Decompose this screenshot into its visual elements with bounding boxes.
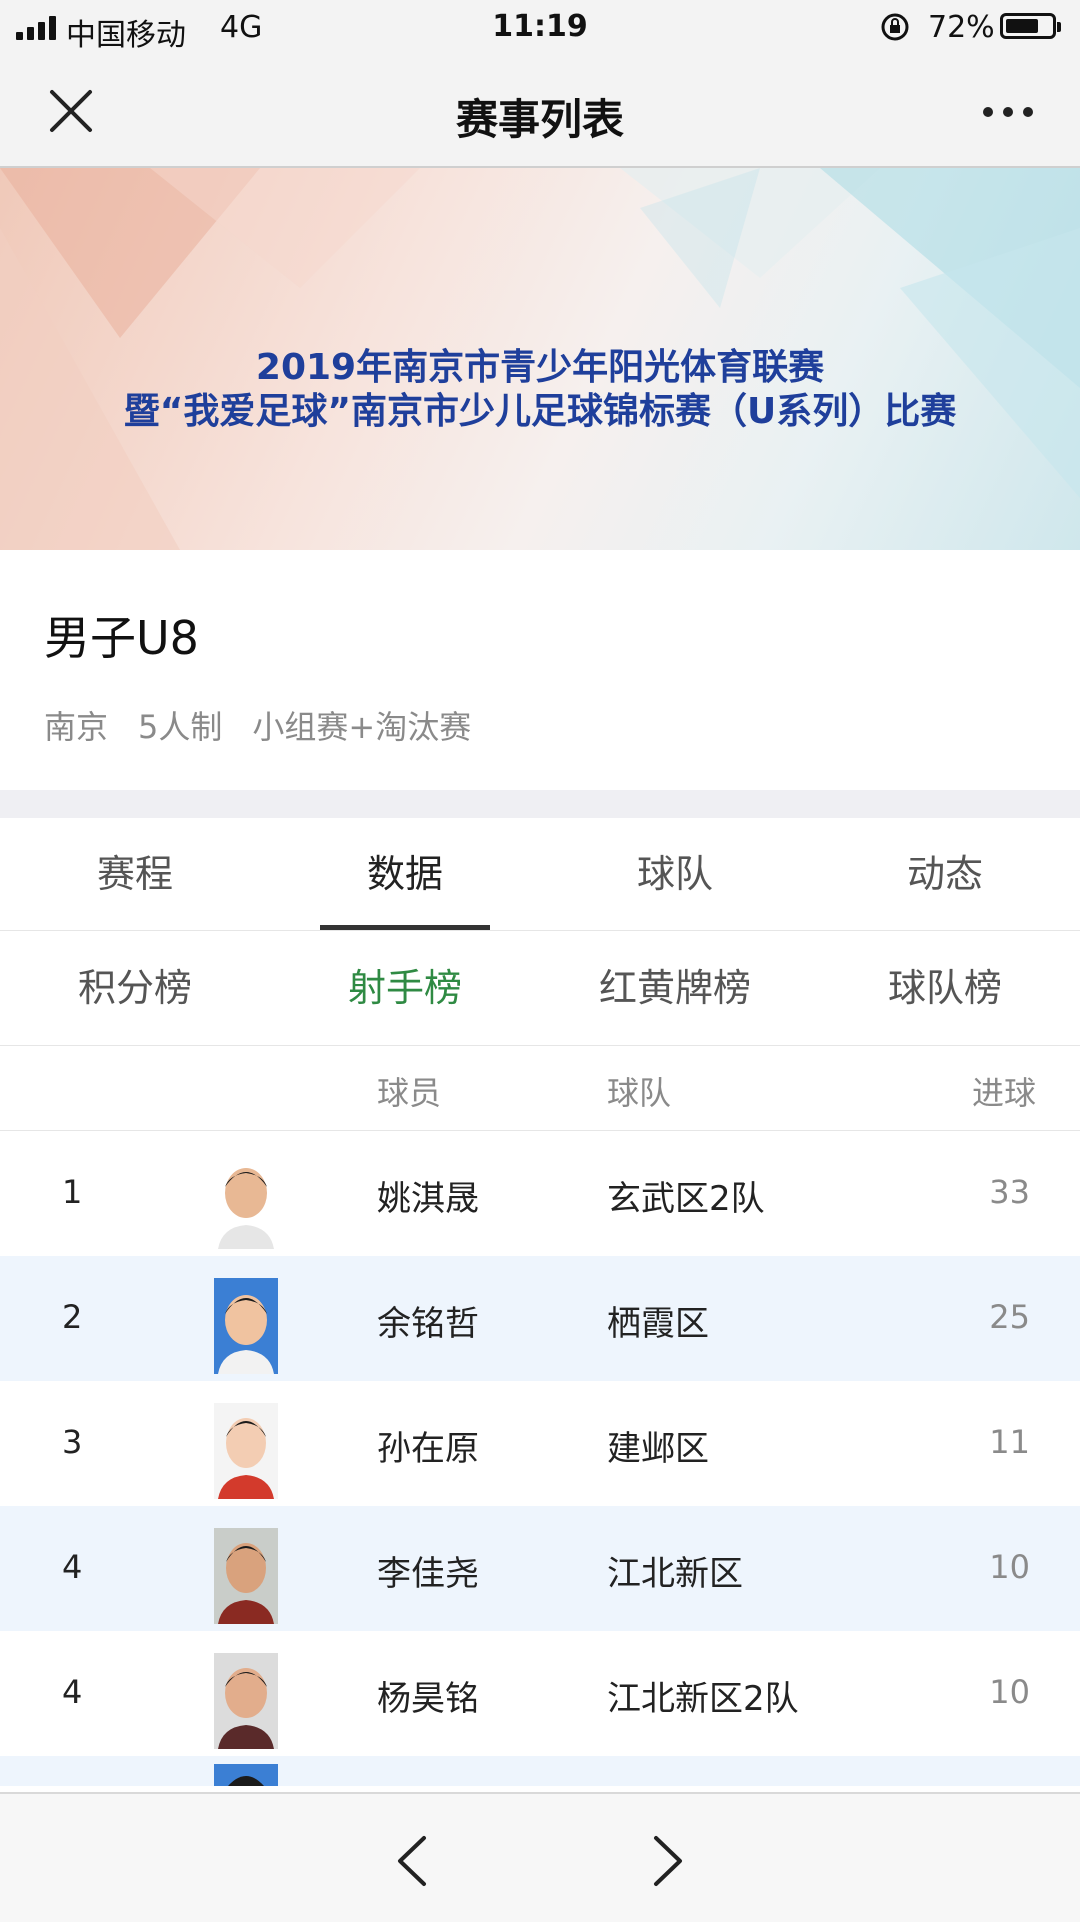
header-team: 球队 xyxy=(607,1074,672,1112)
player-name: 杨昊铭 xyxy=(377,1679,479,1719)
page-title: 赛事列表 xyxy=(455,95,624,144)
header-goals: 进球 xyxy=(972,1074,1037,1112)
player-team: 栖霞区 xyxy=(607,1304,709,1344)
row-rank: 4 xyxy=(62,1548,83,1586)
bottom-nav-bar xyxy=(0,1792,1080,1922)
table-row[interactable]: 1 姚淇晟 玄武区2队 33 xyxy=(0,1131,1080,1256)
status-bar: 中国移动 4G 11:19 72% xyxy=(0,0,1080,56)
player-goals: 33 xyxy=(989,1173,1030,1211)
player-name: 姚淇晟 xyxy=(377,1179,479,1219)
tab-schedule[interactable]: 赛程 xyxy=(0,818,270,930)
event-banner: 2019年南京市青少年阳光体育联赛 暨“我爱足球”南京市少儿足球锦标赛（U系列）… xyxy=(0,168,1080,550)
player-avatar xyxy=(214,1403,278,1499)
scorer-table: 1 姚淇晟 玄武区2队 33 2 余铭哲 栖霞区 25 3 孙在原 建邺区 11… xyxy=(0,1131,1080,1786)
table-row[interactable]: 4 杨昊铭 江北新区2队 10 xyxy=(0,1631,1080,1756)
event-info: 男子U8 南京 5人制 小组赛+淘汰赛 xyxy=(0,550,1080,790)
row-rank: 4 xyxy=(62,1673,83,1711)
player-team: 江北新区2队 xyxy=(607,1679,799,1719)
table-row[interactable]: 3 孙在原 建邺区 11 xyxy=(0,1381,1080,1506)
tab-news[interactable]: 动态 xyxy=(810,818,1080,930)
table-row[interactable]: 4 李佳尧 江北新区 10 xyxy=(0,1506,1080,1631)
section-divider xyxy=(0,790,1080,818)
tab-data[interactable]: 数据 xyxy=(270,818,540,930)
tab-teams[interactable]: 球队 xyxy=(540,818,810,930)
subtab-scorers[interactable]: 射手榜 xyxy=(270,931,540,1045)
table-header: 球员 球队 进球 xyxy=(0,1046,1080,1131)
event-meta: 南京 5人制 小组赛+淘汰赛 xyxy=(44,702,471,748)
subtab-standings[interactable]: 积分榜 xyxy=(0,931,270,1045)
battery-level xyxy=(1006,19,1038,33)
event-stage: 小组赛+淘汰赛 xyxy=(252,708,472,746)
table-row-partial xyxy=(0,1756,1080,1786)
row-rank: 3 xyxy=(62,1423,83,1461)
more-icon[interactable] xyxy=(982,106,1034,118)
player-avatar xyxy=(214,1653,278,1749)
battery-icon xyxy=(1000,13,1061,39)
player-goals: 10 xyxy=(989,1673,1030,1711)
player-avatar xyxy=(214,1764,278,1786)
clock: 11:19 xyxy=(492,9,588,44)
chevron-right-icon[interactable] xyxy=(648,1834,688,1888)
event-format: 5人制 xyxy=(138,708,223,746)
player-avatar xyxy=(214,1528,278,1624)
subtab-cards[interactable]: 红黄牌榜 xyxy=(540,931,810,1045)
player-name: 余铭哲 xyxy=(377,1304,479,1344)
battery-percent: 72% xyxy=(928,10,995,45)
player-team: 玄武区2队 xyxy=(607,1179,765,1219)
data-subtabs: 积分榜 射手榜 红黄牌榜 球队榜 xyxy=(0,931,1080,1046)
event-city: 南京 xyxy=(44,708,109,746)
player-team: 江北新区 xyxy=(607,1554,743,1594)
row-rank: 2 xyxy=(62,1298,83,1336)
table-row[interactable]: 2 余铭哲 栖霞区 25 xyxy=(0,1256,1080,1381)
main-tabs: 赛程 数据 球队 动态 xyxy=(0,818,1080,931)
banner-title-line2: 暨“我爱足球”南京市少儿足球锦标赛（U系列）比赛 xyxy=(123,391,957,432)
player-name: 孙在原 xyxy=(377,1429,479,1469)
chevron-left-icon[interactable] xyxy=(392,1834,432,1888)
event-name: 男子U8 xyxy=(44,611,199,665)
subtab-team-ranking[interactable]: 球队榜 xyxy=(810,931,1080,1045)
player-team: 建邺区 xyxy=(607,1429,709,1469)
header-player: 球员 xyxy=(377,1074,442,1112)
nav-bar: 赛事列表 xyxy=(0,56,1080,168)
row-rank: 1 xyxy=(62,1173,83,1211)
player-avatar xyxy=(214,1278,278,1374)
player-goals: 10 xyxy=(989,1548,1030,1586)
player-name: 李佳尧 xyxy=(377,1554,479,1594)
player-avatar xyxy=(214,1153,278,1249)
rotation-lock-icon xyxy=(881,13,909,41)
player-goals: 11 xyxy=(989,1423,1030,1461)
player-goals: 25 xyxy=(989,1298,1030,1336)
